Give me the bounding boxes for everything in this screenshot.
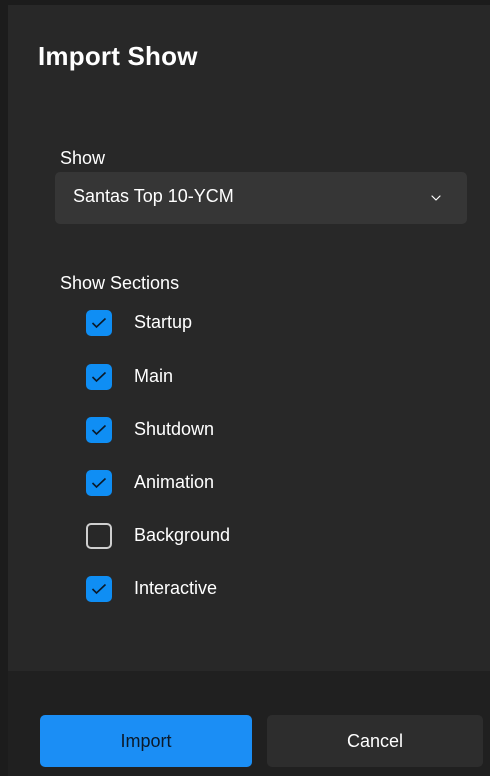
checkbox-label: Animation xyxy=(134,472,215,492)
dialog-title: Import Show xyxy=(38,41,198,71)
checkbox-shutdown[interactable]: Shutdown xyxy=(86,414,386,444)
checkbox-interactive[interactable]: Interactive xyxy=(86,573,386,603)
checkbox-animation[interactable]: Animation xyxy=(86,467,386,497)
checkbox-background[interactable]: Background xyxy=(86,520,386,550)
checkbox-startup[interactable]: Startup xyxy=(86,307,386,337)
chevron-down-icon xyxy=(431,195,441,201)
show-sections-label: Show Sections xyxy=(60,273,180,293)
checkbox-box[interactable] xyxy=(86,523,112,549)
checkbox-box[interactable] xyxy=(86,364,112,390)
cancel-button[interactable]: Cancel xyxy=(267,715,483,767)
checkmark-icon xyxy=(91,477,107,489)
checkbox-label: Main xyxy=(134,366,174,386)
import-show-dialog: Import Show Show Santas Top 10-YCM Show … xyxy=(8,5,490,776)
dialog-footer: Import Cancel xyxy=(8,671,490,776)
checkbox-label: Shutdown xyxy=(134,419,215,439)
checkbox-label: Background xyxy=(134,525,231,545)
checkbox-box[interactable] xyxy=(86,470,112,496)
checkbox-box[interactable] xyxy=(86,576,112,602)
show-label: Show xyxy=(60,148,106,168)
show-select[interactable]: Santas Top 10-YCM xyxy=(55,172,467,224)
checkmark-icon xyxy=(91,583,107,595)
checkbox-label: Startup xyxy=(134,312,193,332)
checkmark-icon xyxy=(91,317,107,329)
checkmark-icon xyxy=(91,424,107,436)
checkmark-icon xyxy=(91,371,107,383)
checkbox-box[interactable] xyxy=(86,417,112,443)
checkbox-box[interactable] xyxy=(86,310,112,336)
show-select-value: Santas Top 10-YCM xyxy=(73,186,234,206)
import-button[interactable]: Import xyxy=(40,715,252,767)
checkbox-label: Interactive xyxy=(134,578,218,598)
checkbox-main[interactable]: Main xyxy=(86,361,386,391)
